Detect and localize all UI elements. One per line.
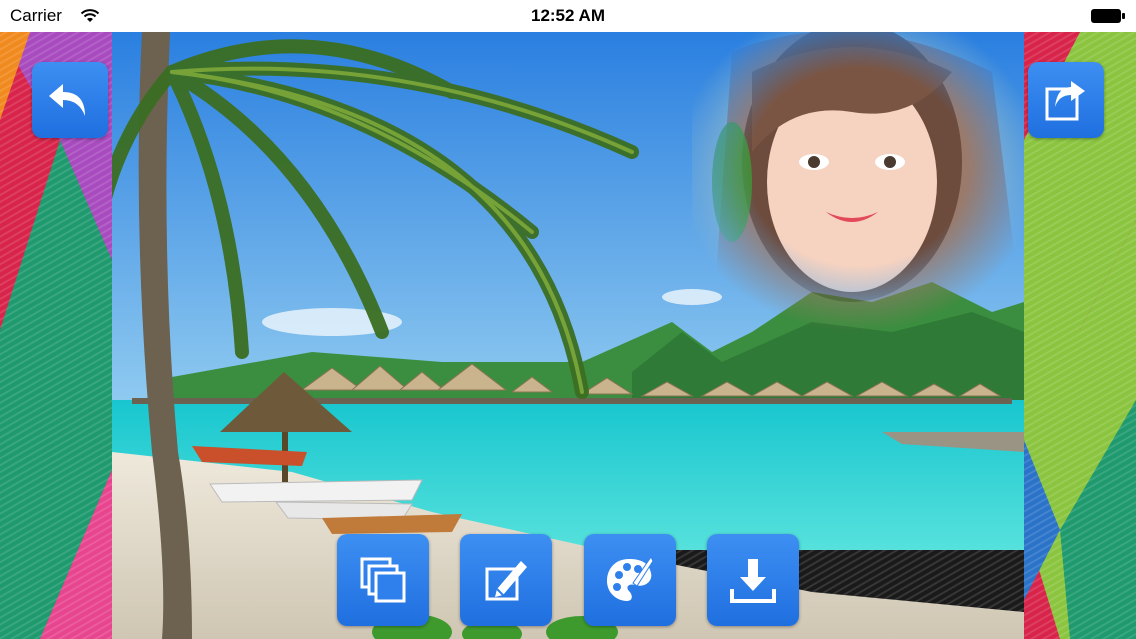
- back-button[interactable]: [32, 62, 108, 138]
- edit-button[interactable]: [460, 534, 552, 626]
- share-icon: [1045, 81, 1085, 121]
- frames-stack-icon: [360, 557, 406, 603]
- paint-button[interactable]: [584, 534, 676, 626]
- back-arrow-icon: [49, 84, 85, 116]
- download-icon: [730, 559, 776, 603]
- beach-photo: [112, 32, 1024, 639]
- status-time: 12:52 AM: [530, 6, 605, 25]
- photo-canvas[interactable]: [112, 32, 1024, 639]
- edit-pencil-icon: [485, 561, 527, 601]
- palette-icon: [607, 556, 654, 601]
- frames-button[interactable]: [337, 534, 429, 626]
- share-button[interactable]: [1028, 62, 1104, 138]
- download-button[interactable]: [707, 534, 799, 626]
- status-bar: Carrier 12:52 AM: [0, 0, 1136, 32]
- portrait-overlay[interactable]: [692, 32, 1024, 332]
- battery-icon: [1091, 9, 1125, 23]
